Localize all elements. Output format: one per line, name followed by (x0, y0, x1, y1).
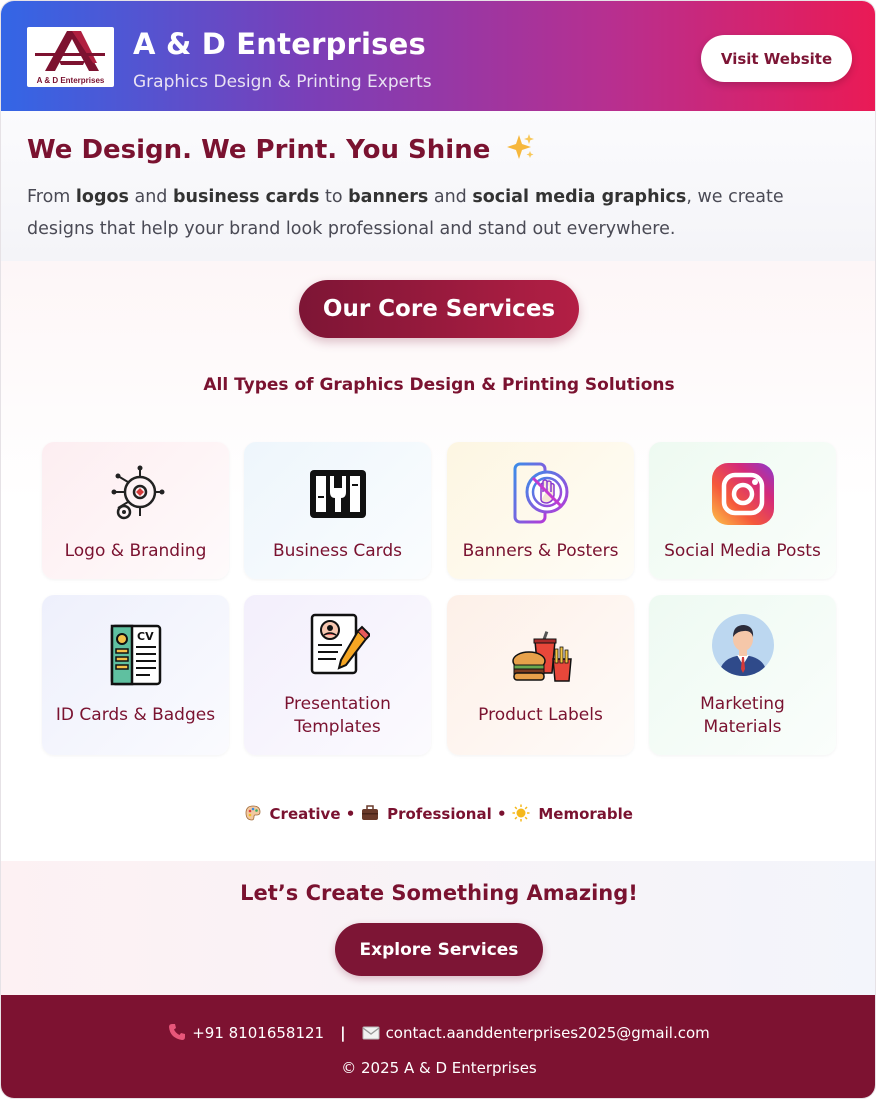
email-card: A & D Enterprises A & D Enterprises Grap… (0, 0, 876, 1099)
tagline-professional: Professional (387, 805, 492, 823)
intro-text-part: and (428, 187, 473, 207)
service-label: Banners & Posters (462, 541, 619, 561)
service-tile-presentation[interactable]: Presentation Templates (244, 595, 431, 755)
company-logo[interactable]: A & D Enterprises (27, 27, 114, 87)
briefcase-icon (361, 805, 384, 823)
service-tile-logo-branding[interactable]: Logo & Branding (42, 442, 229, 579)
brand-subtitle: Graphics Design & Printing Experts (133, 72, 432, 92)
service-tile-marketing[interactable]: Marketing Materials (649, 595, 836, 755)
footer: +91 8101658121 | contact.aanddenterprise… (1, 995, 875, 1098)
intro-text-bold: business cards (172, 187, 320, 207)
service-label: Social Media Posts (664, 541, 821, 561)
header-banner: A & D Enterprises A & D Enterprises Grap… (1, 1, 875, 111)
service-tile-id-cards[interactable]: CV ID Cards & Badges (42, 595, 229, 755)
tools-card-icon (306, 462, 370, 526)
svg-text:CV: CV (137, 630, 154, 643)
tagline: Creative • Professional • Memorable (1, 804, 875, 823)
intro-text-bold: logos (75, 187, 129, 207)
intro-text-part: and (128, 187, 173, 207)
service-label: Business Cards (273, 541, 402, 561)
sun-icon (512, 804, 535, 823)
contact-separator: | (340, 1023, 346, 1042)
service-label-line: Marketing (700, 694, 785, 714)
service-label-line: Materials (703, 717, 782, 737)
contact-line: +91 8101658121 | contact.aanddenterprise… (1, 1023, 875, 1042)
fast-food-icon (509, 625, 573, 689)
service-label: Logo & Branding (64, 541, 207, 561)
services-subtitle: All Types of Graphics Design & Printing … (203, 375, 675, 395)
intro-title: We Design. We Print. You Shine (27, 133, 535, 165)
brain-gear-icon (104, 462, 168, 526)
service-label: ID Cards & Badges (55, 705, 216, 725)
copyright: © 2025 A & D Enterprises (341, 1059, 537, 1077)
tagline-dot: • (497, 805, 507, 823)
explore-services-button[interactable]: Explore Services (335, 923, 543, 976)
services-section: Our Core Services All Types of Graphics … (1, 261, 875, 861)
cta-section: Let’s Create Something Amazing! Explore … (1, 861, 875, 995)
phone-icon (168, 1023, 186, 1042)
email-address[interactable]: contact.aanddenterprises2025@gmail.com (386, 1024, 710, 1042)
service-tile-business-cards[interactable]: Business Cards (244, 442, 431, 579)
brand-title: A & D Enterprises (133, 27, 426, 61)
service-label-line: Presentation (284, 694, 391, 714)
businessman-avatar-icon (711, 613, 775, 677)
service-tile-banners-posters[interactable]: Banners & Posters (447, 442, 634, 579)
intro-description: From logos and business cards to banners… (27, 181, 847, 245)
intro-text-part: to (319, 187, 349, 207)
phone-number[interactable]: +91 8101658121 (192, 1024, 324, 1042)
intro-text-bold: social media graphics (472, 187, 687, 207)
sparkles-icon (499, 134, 535, 165)
cv-icon: CV (104, 623, 168, 687)
tagline-creative: Creative (269, 805, 341, 823)
instagram-icon (711, 462, 775, 526)
intro-section: We Design. We Print. You Shine From logo… (1, 111, 875, 261)
intro-title-text: We Design. We Print. You Shine (27, 135, 491, 165)
service-tile-social-media[interactable]: Social Media Posts (649, 442, 836, 579)
intro-text-part: From (27, 187, 76, 207)
service-label-line: Templates (294, 717, 381, 737)
tagline-memorable: Memorable (538, 805, 633, 823)
intro-text-bold: banners (348, 187, 429, 207)
email-icon (362, 1024, 380, 1042)
logo-caption: A & D Enterprises (36, 76, 105, 85)
service-tile-product-labels[interactable]: Product Labels (447, 595, 634, 755)
visit-website-button[interactable]: Visit Website (701, 35, 852, 82)
service-label: Product Labels (478, 705, 603, 725)
document-pencil-icon (306, 613, 371, 677)
cta-title: Let’s Create Something Amazing! (240, 881, 638, 905)
palette-icon (245, 805, 266, 823)
phone-hand-icon (509, 462, 573, 526)
core-services-button[interactable]: Our Core Services (299, 280, 579, 338)
tagline-dot: • (345, 805, 356, 823)
